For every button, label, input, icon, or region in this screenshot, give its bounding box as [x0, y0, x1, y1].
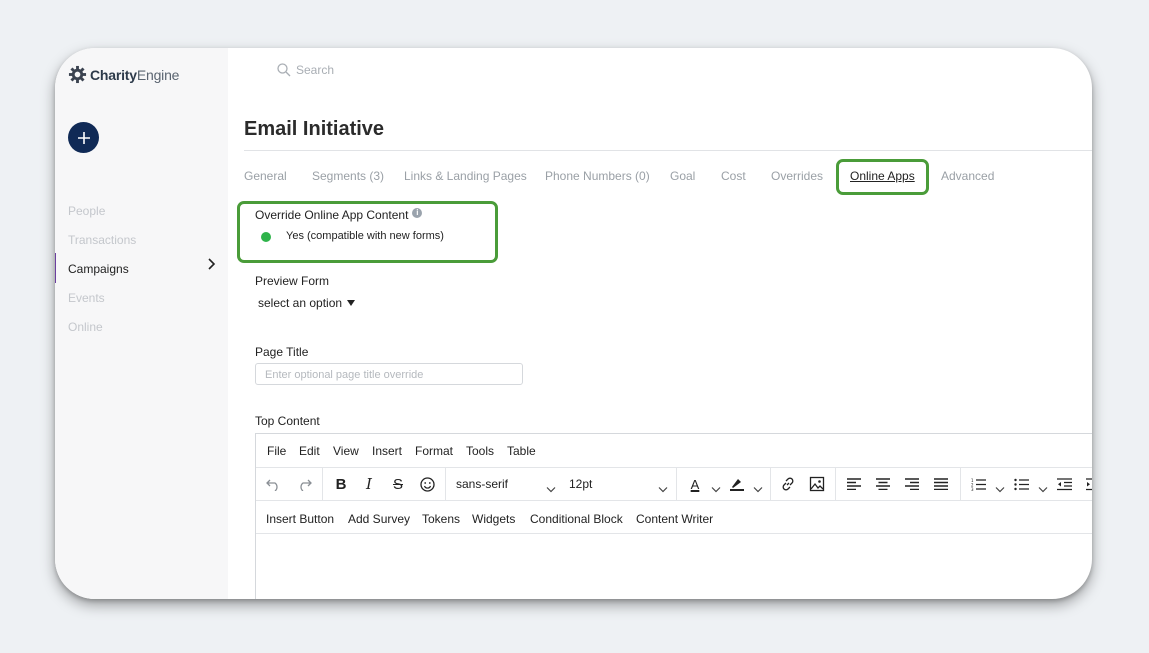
- logo-text-light: Engine: [136, 66, 180, 83]
- bullet-list-icon[interactable]: [1013, 474, 1029, 494]
- tab-online-apps[interactable]: Online Apps: [850, 169, 915, 183]
- tab-advanced[interactable]: Advanced: [941, 169, 994, 183]
- align-right-icon[interactable]: [904, 474, 920, 494]
- add-survey-menu[interactable]: Add Survey: [348, 512, 410, 526]
- emoji-icon[interactable]: [419, 474, 435, 494]
- active-nav-indicator: [55, 253, 56, 283]
- sidebar-item-transactions[interactable]: Transactions: [68, 233, 136, 247]
- page-title-input[interactable]: Enter optional page title override: [255, 363, 523, 385]
- top-content-label: Top Content: [255, 414, 320, 428]
- bold-icon[interactable]: B: [333, 474, 349, 494]
- sidebar: CharityEngine People Transactions Campai…: [55, 48, 228, 599]
- image-icon[interactable]: [809, 474, 825, 494]
- conditional-block-menu[interactable]: Conditional Block: [530, 512, 623, 526]
- svg-text:3: 3: [971, 487, 974, 491]
- logo-text-bold: Charity: [90, 66, 137, 83]
- tokens-menu[interactable]: Tokens: [422, 512, 460, 526]
- preview-form-select[interactable]: select an option: [258, 296, 356, 310]
- menu-tools[interactable]: Tools: [466, 444, 494, 458]
- menu-edit[interactable]: Edit: [299, 444, 320, 458]
- tab-general[interactable]: General: [244, 169, 287, 183]
- font-family-select[interactable]: sans-serif: [456, 477, 508, 491]
- chevron-down-icon[interactable]: [1038, 480, 1048, 500]
- app-window: CharityEngine People Transactions Campai…: [55, 48, 1092, 599]
- page-title: Email Initiative: [244, 118, 385, 140]
- sidebar-item-campaigns[interactable]: Campaigns: [68, 262, 129, 276]
- override-value[interactable]: Yes (compatible with new forms): [286, 230, 444, 242]
- content-writer-menu[interactable]: Content Writer: [636, 512, 713, 526]
- override-label-text: Override Online App Content: [255, 208, 409, 222]
- insert-button-menu[interactable]: Insert Button: [266, 512, 334, 526]
- numbered-list-icon[interactable]: 123: [970, 474, 986, 494]
- toolbar-separator: [322, 467, 323, 500]
- sidebar-item-events[interactable]: Events: [68, 291, 105, 305]
- sidebar-item-people[interactable]: People: [68, 204, 105, 218]
- editor-content-area[interactable]: [256, 534, 1092, 599]
- align-justify-icon[interactable]: [933, 474, 949, 494]
- undo-icon[interactable]: [266, 474, 282, 494]
- tab-phone-numbers[interactable]: Phone Numbers (0): [545, 169, 650, 183]
- tab-links-landing-pages[interactable]: Links & Landing Pages: [404, 169, 527, 183]
- toolbar-separator: [770, 467, 771, 500]
- text-color-icon[interactable]: A: [687, 474, 703, 494]
- tab-goal[interactable]: Goal: [670, 169, 695, 183]
- menu-insert[interactable]: Insert: [372, 444, 402, 458]
- override-label: Override Online App Content i: [255, 208, 423, 222]
- align-left-icon[interactable]: [846, 474, 862, 494]
- indent-icon[interactable]: [1085, 474, 1092, 494]
- sidebar-item-online[interactable]: Online: [68, 320, 103, 334]
- tab-overrides[interactable]: Overrides: [771, 169, 823, 183]
- editor-menubar: File Edit View Insert Format Tools Table: [256, 434, 1092, 468]
- gear-icon: [68, 65, 87, 84]
- menu-format[interactable]: Format: [415, 444, 453, 458]
- chevron-down-icon[interactable]: [711, 480, 721, 500]
- tab-cost[interactable]: Cost: [721, 169, 746, 183]
- preview-form-select-value: select an option: [258, 296, 343, 310]
- info-icon[interactable]: i: [412, 208, 423, 218]
- strikethrough-icon[interactable]: S: [390, 474, 406, 494]
- chevron-down-icon[interactable]: [658, 480, 668, 500]
- highlight-color-icon[interactable]: [729, 474, 745, 494]
- editor-toolbar: B I S sans-serif 12pt A 1 2 3: [256, 467, 1092, 501]
- redo-icon[interactable]: [296, 474, 312, 494]
- caret-down-icon: [347, 300, 356, 306]
- toolbar-separator: [676, 467, 677, 500]
- toolbar-separator: [835, 467, 836, 500]
- add-button[interactable]: [68, 122, 99, 153]
- toolbar-separator: [445, 467, 446, 500]
- outdent-icon[interactable]: [1056, 474, 1072, 494]
- plus-icon: [77, 131, 90, 144]
- widgets-menu[interactable]: Widgets: [472, 512, 515, 526]
- logo[interactable]: CharityEngine: [68, 65, 179, 84]
- chevron-down-icon[interactable]: [753, 480, 763, 500]
- align-center-icon[interactable]: [875, 474, 891, 494]
- title-divider: [244, 150, 1092, 151]
- menu-table[interactable]: Table: [507, 444, 536, 458]
- preview-form-label: Preview Form: [255, 274, 330, 288]
- chevron-down-icon[interactable]: [995, 480, 1005, 500]
- search-placeholder: Search: [296, 63, 335, 77]
- chevron-right-icon[interactable]: [207, 258, 217, 270]
- italic-icon[interactable]: I: [361, 474, 377, 494]
- menu-file[interactable]: File: [267, 444, 286, 458]
- status-on-indicator: [261, 232, 271, 242]
- chevron-down-icon[interactable]: [546, 480, 556, 500]
- menu-view[interactable]: View: [333, 444, 359, 458]
- font-size-select[interactable]: 12pt: [569, 477, 592, 491]
- toolbar-separator: [960, 467, 961, 500]
- rich-text-editor[interactable]: File Edit View Insert Format Tools Table…: [255, 433, 1092, 599]
- search-icon: [277, 63, 291, 77]
- tab-segments[interactable]: Segments (3): [312, 169, 384, 183]
- page-title-field-label: Page Title: [255, 345, 309, 359]
- search-bar[interactable]: Search: [277, 63, 334, 77]
- link-icon[interactable]: [780, 474, 796, 494]
